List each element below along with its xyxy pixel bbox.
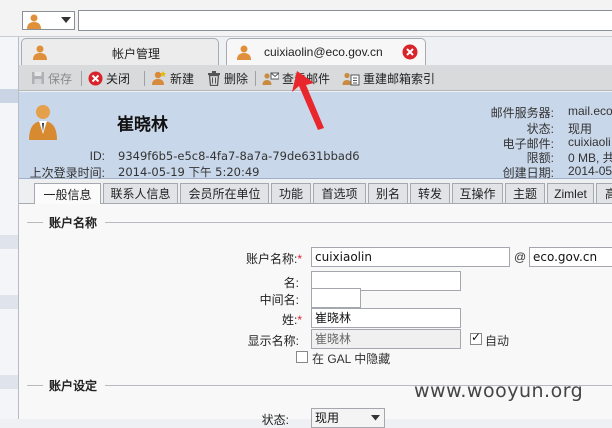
subtab-advanced[interactable]: 高 bbox=[596, 183, 612, 203]
tab-label: cuixiaolin@eco.gov.cn bbox=[264, 45, 383, 59]
account-display-name: 崔晓林 bbox=[117, 115, 168, 134]
person-icon bbox=[237, 45, 251, 60]
section-title-account-name: 账户名称 bbox=[49, 216, 98, 230]
left-panel-row[interactable] bbox=[0, 375, 18, 389]
chevron-down-icon bbox=[371, 415, 380, 421]
status-select[interactable]: 现用 bbox=[311, 408, 385, 428]
view-mail-label: 查看邮件 bbox=[282, 71, 331, 86]
trash-icon bbox=[208, 70, 220, 86]
chevron-down-icon bbox=[61, 17, 71, 23]
subtab-zimlets[interactable]: Zimlet bbox=[547, 183, 594, 203]
close-icon[interactable] bbox=[402, 44, 418, 60]
toolbar-divider bbox=[255, 71, 256, 86]
save-label: 保存 bbox=[48, 71, 73, 86]
subtab-features[interactable]: 功能 bbox=[271, 183, 311, 203]
account-name-label: 账户名称:* bbox=[162, 250, 302, 267]
hide-in-gal-checkbox[interactable] bbox=[296, 351, 308, 363]
subtab-bar: 一般信息 联系人信息 会员所在单位 功能 首选项 别名 转发 互操作 主题 Zi… bbox=[19, 180, 612, 204]
close-icon bbox=[88, 71, 103, 85]
subtab-member-of[interactable]: 会员所在单位 bbox=[180, 183, 269, 203]
delete-button[interactable]: 删除 bbox=[207, 69, 248, 87]
last-login-value: 2014-05-19 下午 5:20:49 bbox=[118, 165, 260, 179]
toolbar-divider bbox=[144, 71, 145, 86]
reindex-mailbox-button[interactable]: 重建邮箱索引 bbox=[342, 69, 435, 87]
person-icon bbox=[33, 45, 47, 60]
status-row-label: 状态: bbox=[261, 413, 289, 427]
subtab-forwarding[interactable]: 转发 bbox=[410, 183, 450, 203]
top-bar bbox=[0, 0, 612, 37]
save-icon bbox=[32, 72, 44, 84]
person-icon bbox=[27, 14, 41, 29]
middle-name-label: 中间名: bbox=[259, 293, 299, 307]
middle-name-input[interactable] bbox=[311, 288, 361, 308]
created-label: 创建日期: bbox=[502, 166, 554, 180]
view-mail-icon bbox=[262, 72, 279, 85]
last-name-label-text: 姓: bbox=[281, 313, 298, 327]
display-name-label: 显示名称: bbox=[247, 334, 299, 348]
section-divider bbox=[27, 385, 43, 386]
section-title-account-settings: 账户设定 bbox=[49, 379, 98, 393]
user-avatar-icon bbox=[29, 105, 57, 140]
toolbar: 保存 关闭 新建 删除 查看邮件 重建邮箱索引 bbox=[19, 65, 612, 91]
subtab-general[interactable]: 一般信息 bbox=[34, 183, 101, 204]
last-name-label: 姓:* bbox=[162, 311, 302, 328]
created-value: 2014-05 bbox=[568, 164, 612, 178]
subtab-themes[interactable]: 主题 bbox=[505, 183, 545, 203]
account-name-label-text: 账户名称: bbox=[245, 252, 298, 266]
search-input[interactable] bbox=[78, 10, 612, 31]
left-panel-selected-row[interactable] bbox=[0, 89, 18, 103]
id-label: ID: bbox=[89, 149, 105, 163]
close-label: 关闭 bbox=[106, 71, 131, 86]
tab-account-management[interactable]: 帐户管理 bbox=[21, 38, 219, 65]
section-divider bbox=[105, 222, 612, 223]
auto-label: 自动 bbox=[485, 334, 510, 348]
user-dropdown[interactable] bbox=[22, 11, 75, 30]
account-name-input[interactable]: cuixiaolin bbox=[311, 247, 510, 267]
account-header: 崔晓林 ID: 9349f6b5-e5c8-4fa7-8a7a-79de631b… bbox=[19, 92, 612, 180]
domain-input[interactable]: eco.gov.cn bbox=[529, 247, 612, 267]
reindex-icon bbox=[342, 72, 360, 86]
at-sign: @ bbox=[514, 250, 527, 264]
left-panel-row[interactable] bbox=[0, 235, 18, 249]
left-panel-row[interactable] bbox=[0, 295, 18, 309]
display-name-input[interactable]: 崔晓林 bbox=[311, 329, 461, 349]
watermark-text: www.wooyun.org bbox=[414, 380, 584, 402]
section-divider bbox=[27, 222, 43, 223]
hide-in-gal-label: 在 GAL 中隐藏 bbox=[312, 352, 391, 366]
left-panel bbox=[0, 37, 19, 419]
close-button[interactable]: 关闭 bbox=[88, 69, 130, 87]
mail-server-value: mail.eco bbox=[568, 104, 612, 118]
toolbar-divider bbox=[81, 71, 82, 86]
status-select-value: 现用 bbox=[315, 411, 340, 425]
last-name-input[interactable]: 崔晓林 bbox=[311, 308, 461, 328]
mail-server-label: 邮件服务器: bbox=[490, 106, 554, 120]
email-value: cuixiaoli bbox=[568, 135, 611, 149]
tab-label: 帐户管理 bbox=[112, 47, 161, 61]
delete-label: 删除 bbox=[224, 71, 249, 86]
subtab-interop[interactable]: 互操作 bbox=[452, 183, 503, 203]
new-user-icon bbox=[152, 71, 166, 85]
new-button[interactable]: 新建 bbox=[151, 69, 194, 87]
new-label: 新建 bbox=[170, 71, 195, 86]
reindex-label: 重建邮箱索引 bbox=[363, 71, 436, 86]
save-button[interactable]: 保存 bbox=[31, 69, 72, 87]
required-marker: * bbox=[297, 313, 302, 327]
first-name-label: 名: bbox=[283, 276, 299, 290]
subtab-aliases[interactable]: 别名 bbox=[368, 183, 408, 203]
view-mail-button[interactable]: 查看邮件 bbox=[262, 69, 330, 87]
subtab-contact-info[interactable]: 联系人信息 bbox=[103, 183, 178, 203]
subtab-preferences[interactable]: 首选项 bbox=[313, 183, 366, 203]
tab-user-account[interactable]: cuixiaolin@eco.gov.cn bbox=[226, 38, 426, 65]
last-login-label: 上次登录时间: bbox=[29, 166, 105, 180]
required-marker: * bbox=[297, 252, 302, 266]
id-value: 9349f6b5-e5c8-4fa7-8a7a-79de631bbad6 bbox=[118, 149, 360, 163]
auto-display-name-checkbox[interactable] bbox=[470, 330, 482, 345]
